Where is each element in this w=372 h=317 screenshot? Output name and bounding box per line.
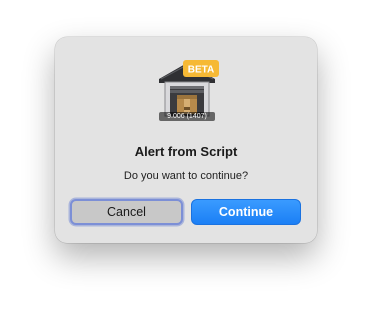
dialog-message: Do you want to continue?	[123, 170, 249, 182]
alert-dialog: BETA 9.006 (1407) Alert from Script Do y…	[55, 37, 317, 243]
beta-badge-label: BETA	[188, 65, 214, 76]
version-label: 9.006 (1407)	[159, 112, 215, 121]
cancel-button[interactable]: Cancel	[70, 199, 183, 225]
beta-badge: BETA	[183, 60, 219, 77]
desktop-background: BETA 9.006 (1407) Alert from Script Do y…	[0, 0, 372, 317]
cancel-button-label: Cancel	[107, 205, 146, 219]
continue-button-label: Continue	[218, 205, 274, 219]
continue-button[interactable]: Continue	[191, 199, 301, 225]
dialog-title: Alert from Script	[134, 144, 238, 159]
